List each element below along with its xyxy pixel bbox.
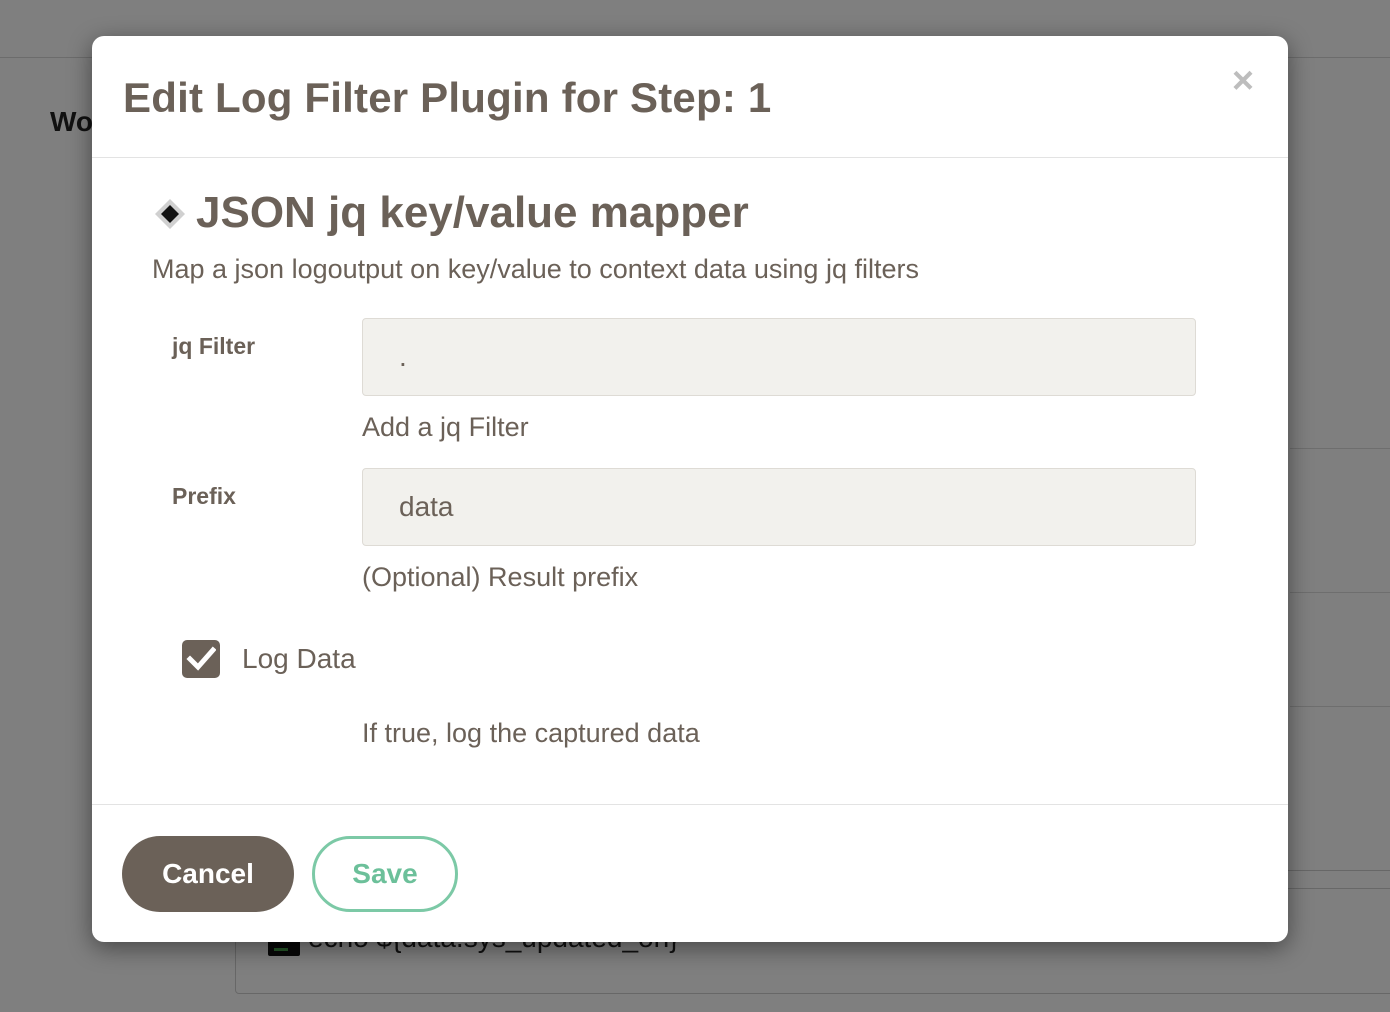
plugin-name: JSON jq key/value mapper (196, 188, 749, 237)
log-data-checkbox[interactable] (182, 640, 220, 678)
modal-footer: Cancel Save (92, 804, 1288, 942)
jq-filter-input[interactable] (362, 318, 1196, 396)
close-icon[interactable]: × (1228, 62, 1258, 100)
prefix-input[interactable] (362, 468, 1196, 546)
prefix-help: (Optional) Result prefix (362, 562, 639, 592)
cancel-button[interactable]: Cancel (122, 836, 294, 912)
prefix-label: Prefix (172, 483, 236, 509)
plugin-description: Map a json logoutput on key/value to con… (152, 254, 919, 284)
save-button[interactable]: Save (312, 836, 458, 912)
diamond-icon (154, 198, 185, 229)
edit-log-filter-modal: Edit Log Filter Plugin for Step: 1 × JSO… (92, 36, 1288, 942)
modal-header: Edit Log Filter Plugin for Step: 1 × (92, 36, 1288, 158)
jq-filter-help: Add a jq Filter (362, 412, 529, 442)
modal-title: Edit Log Filter Plugin for Step: 1 (123, 74, 772, 121)
log-data-help: If true, log the captured data (362, 718, 700, 748)
log-data-label[interactable]: Log Data (242, 643, 356, 675)
checkmark-icon (186, 646, 216, 671)
jq-filter-label: jq Filter (172, 333, 256, 359)
